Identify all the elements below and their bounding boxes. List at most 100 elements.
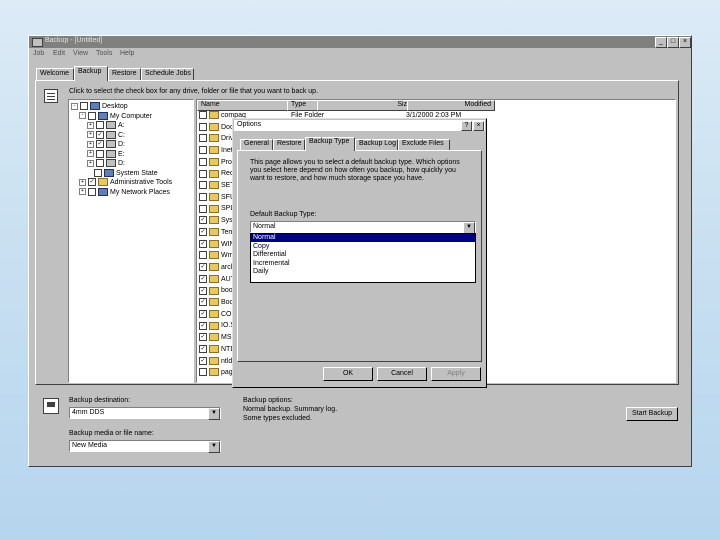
tab-restore[interactable]: Restore [108,68,141,80]
destination-combo[interactable]: 4mm DDS ▼ [69,407,221,420]
tree-item[interactable]: + ✓ Administrative Tools [79,178,172,187]
dialog-tab-restore[interactable]: Restore [273,139,305,150]
dialog-help-button[interactable]: ? [461,121,472,131]
tree-item-label: Desktop [102,102,128,110]
folder-icon [209,216,219,225]
menu-job[interactable]: Job [33,50,44,57]
folder-tree[interactable]: - Desktop - My Computer + A: + ✓ C: + ✓ D: + E: + D: Sys… [68,99,194,383]
close-button[interactable]: × [679,37,691,48]
expand-icon[interactable]: + [87,121,94,129]
tree-item[interactable]: - Desktop [71,102,128,111]
file-row-checkbox[interactable]: ✓ [199,321,207,330]
menu-help[interactable]: Help [120,50,134,57]
file-row-checkbox[interactable]: ✓ [199,298,207,307]
tree-item-checkbox[interactable] [88,187,96,196]
tree-item-checkbox[interactable] [96,121,104,129]
file-row-checkbox[interactable]: ✓ [199,274,207,283]
file-row-checkbox[interactable] [199,157,207,166]
tree-item-checkbox[interactable]: ✓ [96,130,104,139]
tree-item-label: Administrative Tools [110,178,173,186]
backup-type-option[interactable]: Differential [253,251,473,259]
chevron-down-icon[interactable]: ▼ [208,408,220,420]
dialog-tab-backup-type[interactable]: Backup Type [305,137,355,151]
file-row-checkbox[interactable]: ✓ [199,216,207,225]
start-backup-button[interactable]: Start Backup [626,407,678,421]
expand-icon[interactable]: + [87,159,94,167]
file-row-checkbox[interactable] [199,368,207,377]
minimize-button[interactable]: _ [655,37,667,48]
expand-icon[interactable]: + [87,131,94,138]
backup-type-combo[interactable]: Normal ▼ [250,221,476,234]
file-row-checkbox[interactable]: ✓ [199,239,207,248]
maximize-button[interactable]: □ [667,37,679,48]
tree-item[interactable]: - My Computer [79,111,152,121]
tree-item-checkbox[interactable]: ✓ [96,140,104,148]
tree-item-label: D: [118,140,125,148]
tree-item-checkbox[interactable] [88,111,96,120]
collapse-icon[interactable]: - [71,102,78,110]
tree-item[interactable]: + ✓ C: [87,130,125,140]
tree-item-checkbox[interactable] [94,168,102,177]
tab-welcome[interactable]: Welcome [36,68,74,80]
ok-button[interactable]: OK [323,367,373,381]
tree-item[interactable]: + A: [87,121,125,130]
expand-icon[interactable]: + [87,150,94,157]
title-bar[interactable]: Backup - [Untitled] _ □ × [29,36,691,48]
file-row-checkbox[interactable] [199,181,207,190]
file-row-checkbox[interactable]: ✓ [199,356,207,365]
file-row-checkbox[interactable] [199,134,207,143]
tree-item[interactable]: + ✓ D: [87,140,125,149]
tab-schedule-jobs[interactable]: Schedule Jobs [141,68,194,80]
tree-item-checkbox[interactable] [96,159,104,167]
tree-item-checkbox[interactable] [80,102,88,110]
file-row-checkbox[interactable] [199,111,207,119]
backup-type-option[interactable]: Normal [251,234,475,242]
instruction-text: Click to select the check box for any dr… [69,88,319,95]
expand-icon[interactable]: + [79,178,86,186]
file-row-checkbox[interactable]: ✓ [199,263,207,272]
folder-icon [209,169,219,178]
tree-item[interactable]: + D: [87,159,125,168]
tree-item[interactable]: + E: [87,149,125,159]
tree-item[interactable]: + My Network Places [79,187,170,197]
file-row-checkbox[interactable]: ✓ [199,309,207,318]
file-row-checkbox[interactable] [199,192,207,201]
file-row-checkbox[interactable] [199,169,207,178]
tree-item-checkbox[interactable] [96,149,104,158]
tree-item-checkbox[interactable]: ✓ [88,178,96,186]
media-combo[interactable]: New Media ▼ [69,440,221,453]
dialog-title-bar[interactable]: Options ? × [234,120,485,131]
file-row-checkbox[interactable]: ✓ [199,228,207,236]
file-row-checkbox[interactable]: ✓ [199,333,207,342]
column-header-size[interactable]: Size [317,100,415,111]
menu-view[interactable]: View [73,50,88,57]
apply-button[interactable]: Apply [431,367,481,381]
backup-type-option[interactable]: Copy [253,243,473,251]
folder-icon [209,251,219,260]
tab-backup[interactable]: Backup [74,66,108,81]
dialog-tab-general[interactable]: General [240,139,273,150]
column-header-name[interactable]: Name [197,100,292,111]
collapse-icon[interactable]: - [79,112,86,119]
dialog-close-button[interactable]: × [473,121,484,131]
dialog-tab-exclude-files[interactable]: Exclude Files [398,139,450,150]
backup-type-option[interactable]: Incremental [253,260,473,268]
folder-icon [98,178,108,186]
chevron-down-icon[interactable]: ▼ [208,441,220,453]
file-row-checkbox[interactable] [199,146,207,155]
column-header-modified[interactable]: Modified [407,100,495,111]
expand-icon[interactable]: + [79,188,86,195]
menu-tools[interactable]: Tools [96,50,112,57]
file-row-checkbox[interactable] [199,122,207,131]
file-row-checkbox[interactable]: ✓ [199,286,207,295]
dialog-tab-backup-log[interactable]: Backup Log [355,139,398,150]
backup-type-option[interactable]: Daily [253,268,473,276]
cancel-button[interactable]: Cancel [377,367,427,381]
file-row-checkbox[interactable]: ✓ [199,345,207,353]
file-row-checkbox[interactable] [199,204,207,213]
tree-item[interactable]: System State [87,168,158,178]
menu-edit[interactable]: Edit [53,50,65,57]
file-row-checkbox[interactable] [199,251,207,260]
backup-type-dropdown-list[interactable]: Normal Copy Differential Incremental Daily [250,233,476,283]
expand-icon[interactable]: + [87,140,94,148]
